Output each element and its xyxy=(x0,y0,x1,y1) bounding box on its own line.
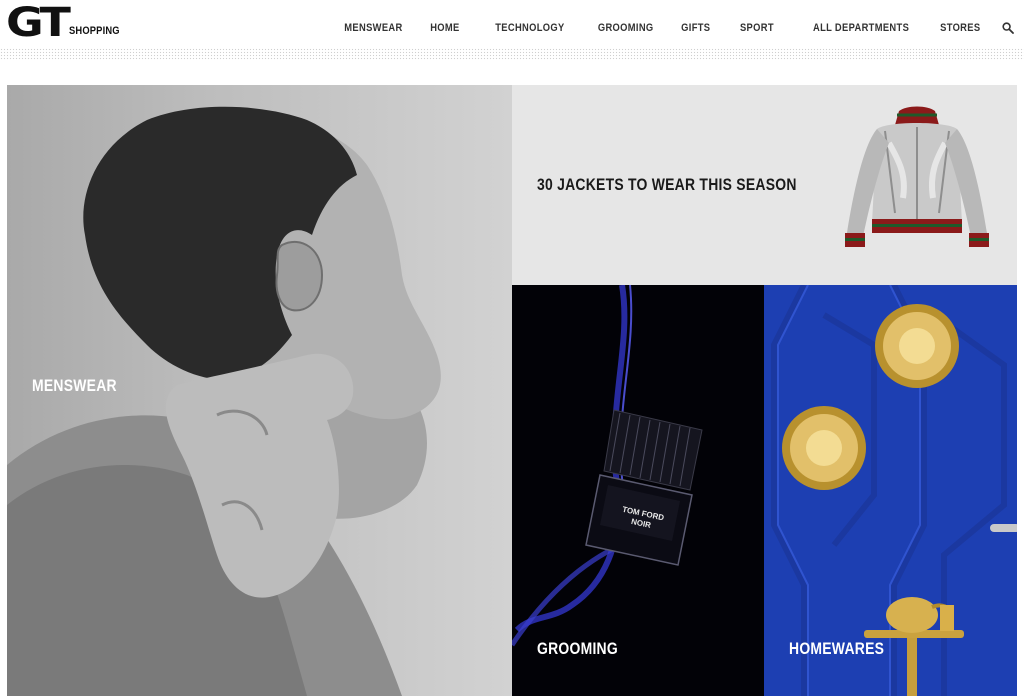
silver-jacket-image xyxy=(845,106,989,247)
homewares-image xyxy=(771,285,1017,696)
logo-sub: SHOPPING xyxy=(69,25,121,37)
grooming-label: GROOMING xyxy=(537,639,618,658)
nav-item-all-departments[interactable]: ALL DEPARTMENTS xyxy=(813,22,909,34)
grooming-tile[interactable]: TOM FORD NOIR GROOMING xyxy=(512,285,764,696)
jackets-label: 30 JACKETS TO WEAR THIS SEASON xyxy=(537,175,797,194)
nav-item-home[interactable]: HOME xyxy=(431,22,460,34)
homewares-tile[interactable]: HOMEWARES xyxy=(764,285,1017,696)
nav-item-technology[interactable]: TECHNOLOGY xyxy=(495,22,564,34)
jackets-tile[interactable]: 30 JACKETS TO WEAR THIS SEASON xyxy=(512,85,1017,285)
perfume-image xyxy=(512,285,703,647)
nav-item-stores[interactable]: STORES xyxy=(940,22,980,34)
nav-item-gifts[interactable]: GIFTS xyxy=(681,22,710,34)
menswear-tile[interactable]: MENSWEAR xyxy=(7,85,512,696)
gt-shopping-logo[interactable]: GT SHOPPING xyxy=(6,0,129,46)
header-divider xyxy=(0,48,1024,60)
logo-mark: GT xyxy=(6,0,71,46)
search-icon[interactable] xyxy=(1002,22,1014,34)
site-header: GT SHOPPING MENSWEAR HOME TECHNOLOGY GRO… xyxy=(0,0,1024,48)
homewares-label: HOMEWARES xyxy=(789,639,885,658)
nav-item-sport[interactable]: SPORT xyxy=(739,22,773,34)
menswear-label: MENSWEAR xyxy=(32,376,117,395)
nav-item-grooming[interactable]: GROOMING xyxy=(597,22,653,34)
nav-item-menswear[interactable]: MENSWEAR xyxy=(344,22,402,34)
main-nav: MENSWEAR HOME TECHNOLOGY GROOMING GIFTS … xyxy=(311,22,1014,34)
